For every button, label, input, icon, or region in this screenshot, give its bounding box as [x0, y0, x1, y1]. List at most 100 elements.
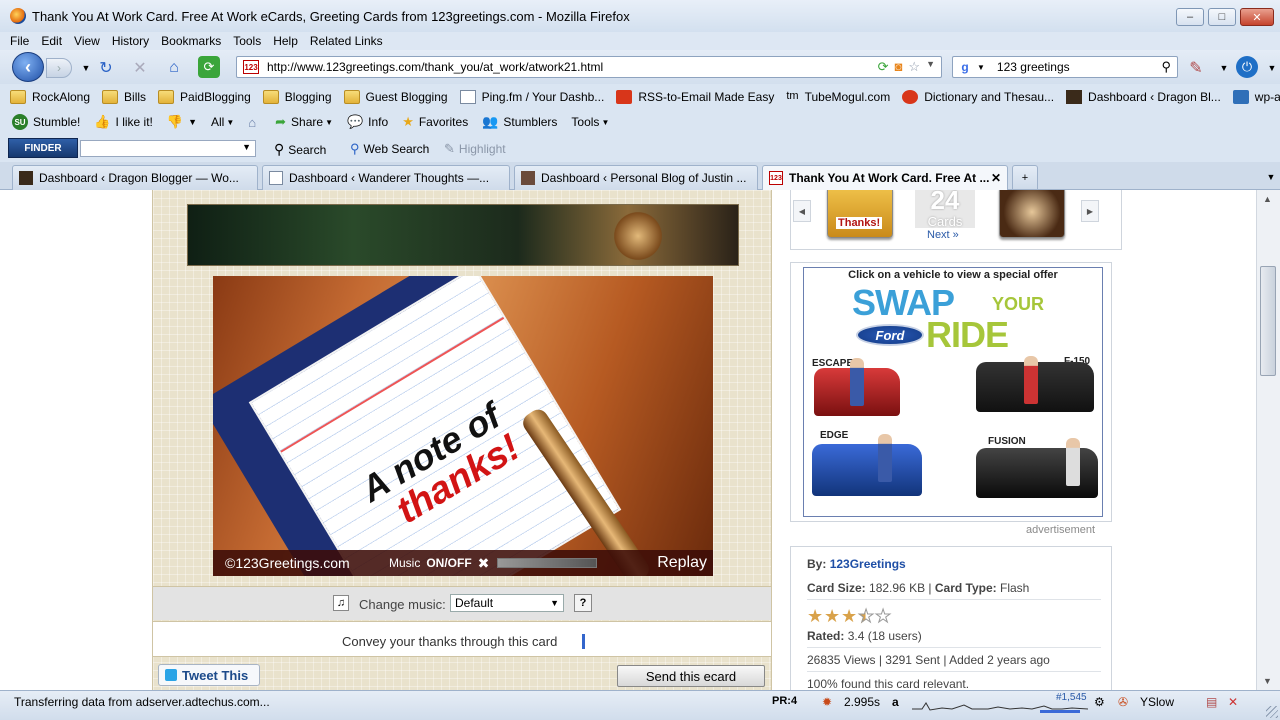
- addon-power-icon[interactable]: ⏻: [1236, 56, 1258, 78]
- finder-search-button[interactable]: ⚲ Search: [274, 141, 326, 158]
- refresh-addon-icon[interactable]: ⟳: [878, 59, 889, 75]
- menu-bookmarks[interactable]: Bookmarks: [161, 34, 221, 48]
- replay-button[interactable]: Replay: [657, 554, 707, 572]
- carousel-thumb-thanks[interactable]: Thanks!: [827, 190, 893, 238]
- tab-thank-you-card[interactable]: 123 Thank You At Work Card. Free At ... ✕: [762, 165, 1008, 190]
- favorites-button[interactable]: ★ Favorites: [402, 114, 468, 130]
- bookmark-item[interactable]: Dictionary and Thesau...: [902, 90, 1054, 104]
- history-dropdown-icon[interactable]: ▼: [76, 58, 96, 78]
- forward-button[interactable]: ›: [46, 58, 72, 78]
- bookmark-item[interactable]: Dashboard ‹ Dragon Bl...: [1066, 90, 1221, 104]
- finder-search-input[interactable]: ▼: [80, 140, 256, 157]
- menu-edit[interactable]: Edit: [41, 34, 62, 48]
- bookmark-star-icon[interactable]: ☆: [908, 59, 920, 75]
- author-link[interactable]: 123Greetings: [830, 557, 906, 571]
- message-field[interactable]: Convey your thanks through this card: [153, 621, 771, 657]
- bookmark-item[interactable]: Bills: [102, 90, 146, 104]
- notes-icon[interactable]: ✎: [1186, 58, 1206, 78]
- bookmark-item[interactable]: Ping.fm / Your Dashb...: [459, 90, 604, 104]
- share-button[interactable]: ➦ Share ▼: [275, 114, 333, 130]
- menu-file[interactable]: File: [10, 34, 29, 48]
- tab-wanderer-thoughts[interactable]: Dashboard ‹ Wanderer Thoughts —...: [262, 165, 510, 190]
- address-bar[interactable]: 123 http://www.123greetings.com/thank_yo…: [236, 56, 942, 78]
- stumble-button[interactable]: SU Stumble!: [12, 114, 80, 130]
- music-toggle[interactable]: ON/OFF: [426, 556, 471, 570]
- carousel-thumb-clock[interactable]: [999, 190, 1065, 238]
- star-icon[interactable]: ★: [824, 607, 841, 625]
- tweet-this-button[interactable]: Tweet This: [158, 664, 260, 686]
- scrollbar-thumb[interactable]: [1260, 266, 1276, 376]
- yslow-label[interactable]: YSlow: [1140, 695, 1174, 709]
- reload-icon[interactable]: ↻: [96, 58, 116, 78]
- like-button[interactable]: 👍 I like it!: [94, 114, 153, 130]
- rating-stars[interactable]: ★ ★ ★ ★ ★: [807, 607, 892, 626]
- finder-websearch-button[interactable]: ⚲ Web Search: [350, 141, 429, 157]
- chevron-down-icon[interactable]: ▼: [242, 142, 251, 152]
- vertical-scrollbar[interactable]: ▲ ▼: [1256, 190, 1280, 690]
- url-dropdown-icon[interactable]: ▼: [926, 59, 935, 75]
- home-icon[interactable]: ⌂: [164, 58, 184, 78]
- close-window-button[interactable]: ✕: [1240, 8, 1274, 26]
- addon-x-icon[interactable]: ✕: [1228, 695, 1238, 709]
- star-icon[interactable]: ★: [841, 607, 858, 625]
- volume-slider[interactable]: [497, 558, 598, 568]
- alexa-icon[interactable]: a: [892, 695, 899, 709]
- star-icon[interactable]: ★: [807, 607, 824, 625]
- mute-speaker-icon[interactable]: ✖: [478, 555, 490, 572]
- info-button[interactable]: 💬 Info: [347, 114, 388, 130]
- close-tab-icon[interactable]: ✕: [991, 171, 1001, 185]
- message-text[interactable]: Convey your thanks through this card: [342, 634, 557, 649]
- bookmark-item[interactable]: RockAlong: [10, 90, 90, 104]
- send-ecard-button[interactable]: Send this ecard: [617, 665, 765, 687]
- bookmark-item[interactable]: Guest Blogging: [343, 90, 448, 104]
- back-button[interactable]: ‹: [12, 52, 44, 82]
- bookmark-item[interactable]: PaidBlogging: [158, 90, 251, 104]
- resize-grip[interactable]: [1266, 706, 1278, 718]
- search-bar[interactable]: g ▼ 123 greetings ⚲: [952, 56, 1178, 78]
- stop-icon[interactable]: ✕: [130, 58, 150, 78]
- carousel-next-button[interactable]: ▶: [1081, 200, 1099, 222]
- list-tabs-button[interactable]: ▼: [1264, 167, 1278, 187]
- carousel-next-link[interactable]: Next »: [927, 229, 959, 241]
- search-input[interactable]: 123 greetings: [997, 60, 1070, 74]
- bookmark-item[interactable]: wp-admin: [1232, 90, 1280, 104]
- dislike-button[interactable]: 👎 ▼: [167, 114, 197, 130]
- tools-dropdown[interactable]: Tools ▼: [571, 115, 609, 129]
- sync-icon[interactable]: ⟳: [198, 56, 220, 78]
- ford-ad[interactable]: Click on a vehicle to view a special off…: [803, 267, 1103, 517]
- finder-highlight-button[interactable]: ✎ Highlight: [444, 141, 506, 157]
- all-dropdown[interactable]: All ▼: [211, 115, 234, 129]
- music-select[interactable]: Default ▼: [450, 594, 564, 612]
- menu-help[interactable]: Help: [273, 34, 298, 48]
- bookmark-item[interactable]: RSS-to-Email Made Easy: [616, 90, 774, 104]
- menu-history[interactable]: History: [112, 34, 149, 48]
- rss-feed-icon[interactable]: ◙: [895, 59, 903, 75]
- bookmark-item[interactable]: tm TubeMogul.com: [786, 90, 890, 104]
- addon-dropdown-icon[interactable]: ▼: [1214, 58, 1234, 78]
- search-icon[interactable]: ⚲: [1161, 59, 1171, 75]
- menu-related-links[interactable]: Related Links: [310, 34, 383, 48]
- minimize-button[interactable]: –: [1176, 8, 1204, 26]
- firebug-icon[interactable]: ✹: [822, 695, 832, 709]
- tag-button[interactable]: ⌂: [248, 115, 261, 130]
- bookmark-item[interactable]: Blogging: [262, 90, 332, 104]
- edge-car[interactable]: [812, 444, 922, 496]
- maximize-button[interactable]: □: [1208, 8, 1236, 26]
- flash-card[interactable]: A note of thanks! ©123Greetings.com Musi…: [213, 276, 713, 576]
- gear-icon[interactable]: ⚙: [1094, 695, 1105, 709]
- star-icon[interactable]: ★: [875, 607, 892, 626]
- carousel-prev-button[interactable]: ◀: [793, 200, 811, 222]
- music-help-button[interactable]: ?: [574, 594, 592, 612]
- tab-personal-blog[interactable]: Dashboard ‹ Personal Blog of Justin ...: [514, 165, 758, 190]
- new-tab-button[interactable]: +: [1012, 165, 1038, 190]
- yslow-icon[interactable]: ✇: [1118, 695, 1128, 709]
- google-icon[interactable]: g: [957, 59, 973, 75]
- engine-dropdown-icon[interactable]: ▼: [977, 63, 985, 72]
- addon-status-icon[interactable]: ▤: [1206, 695, 1217, 709]
- stumblers-button[interactable]: 👥 Stumblers: [482, 114, 557, 130]
- scroll-down-icon[interactable]: ▼: [1263, 676, 1272, 686]
- url-text[interactable]: http://www.123greetings.com/thank_you/at…: [267, 60, 603, 74]
- scroll-up-icon[interactable]: ▲: [1263, 194, 1272, 204]
- menu-tools[interactable]: Tools: [233, 34, 261, 48]
- menu-view[interactable]: View: [74, 34, 100, 48]
